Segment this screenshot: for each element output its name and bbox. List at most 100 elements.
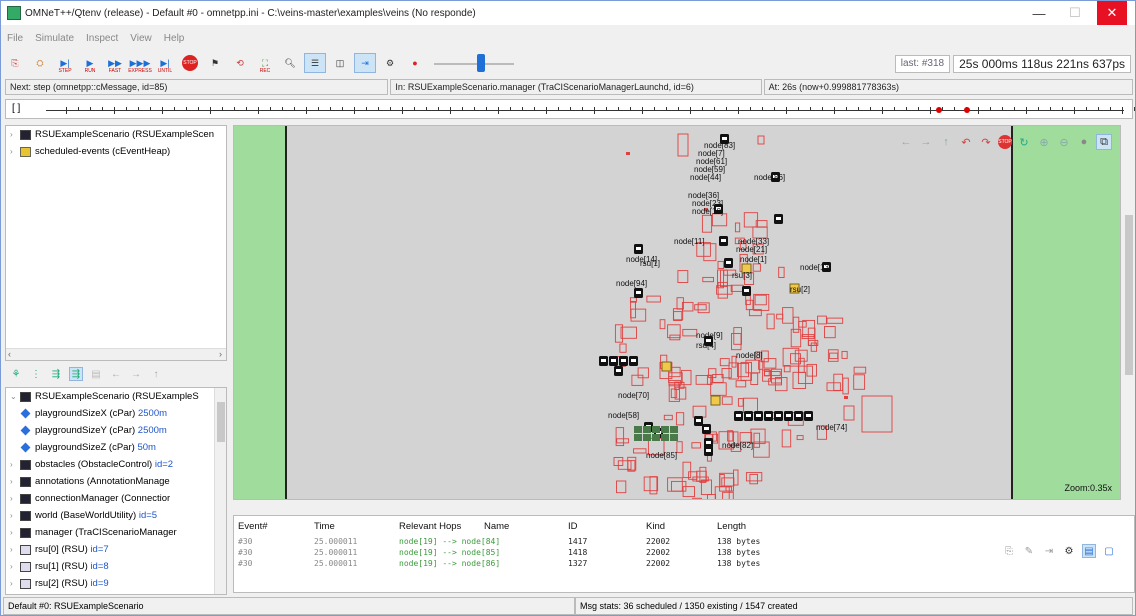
vehicle-icon[interactable] — [643, 434, 651, 441]
vehicle-icon[interactable] — [774, 214, 783, 224]
mode-inheritance-icon[interactable]: ▤ — [89, 367, 103, 381]
filter-icon[interactable]: ✎ — [1022, 544, 1036, 558]
gear-icon[interactable]: ⚙ — [1062, 544, 1076, 558]
scroll-right-icon[interactable]: › — [219, 349, 222, 359]
express-button[interactable]: ▶▶▶ EXPRESS — [128, 53, 152, 75]
vehicle-icon[interactable] — [774, 411, 783, 421]
goto-icon[interactable]: ⇥ — [1042, 544, 1056, 558]
canvas-vertical-scrollbar[interactable] — [1123, 125, 1135, 500]
module-row[interactable]: › connectionManager (Connectior — [6, 490, 226, 507]
vehicle-icon[interactable] — [652, 426, 660, 433]
animation-speed-slider[interactable] — [434, 53, 514, 73]
object-tree[interactable]: › RSUExampleScenario (RSUExampleScen › s… — [5, 125, 227, 361]
up-icon[interactable]: ↑ — [149, 367, 163, 381]
tree-item-scheduled-events[interactable]: › scheduled-events (cEventHeap) — [6, 143, 226, 160]
vehicle-icon[interactable] — [694, 416, 703, 426]
vertical-scrollbar[interactable] — [214, 388, 226, 594]
vehicle-icon[interactable] — [744, 411, 753, 421]
horizontal-scrollbar[interactable]: ‹ › — [6, 348, 226, 360]
until-button[interactable]: ▶| UNTIL — [154, 53, 176, 75]
vehicle-icon[interactable] — [724, 258, 733, 268]
log-row[interactable]: #30 25.000011 node[19] --> node[85] 1418… — [234, 547, 1134, 558]
vehicle-icon[interactable] — [634, 426, 642, 433]
copy-icon[interactable]: ⎘ — [1002, 544, 1016, 558]
col-time[interactable]: Time — [314, 521, 399, 532]
col-event[interactable]: Event# — [234, 521, 314, 532]
vehicle-icon[interactable] — [643, 426, 651, 433]
menu-help[interactable]: Help — [158, 33, 191, 49]
log-mode-icon[interactable]: ▢ — [1102, 544, 1116, 558]
param-row[interactable]: playgroundSizeY (cPar) 2500m — [6, 422, 226, 439]
menu-view[interactable]: View — [124, 33, 158, 49]
param-row[interactable]: playgroundSizeZ (cPar) 50m — [6, 439, 226, 456]
circle-icon[interactable]: ● — [1076, 134, 1092, 150]
tree-item-network[interactable]: › RSUExampleScenario (RSUExampleScen — [6, 126, 226, 143]
menu-file[interactable]: File — [1, 33, 29, 49]
layout-vertical-button[interactable]: ◫ — [329, 53, 351, 73]
vehicle-icon[interactable] — [804, 411, 813, 421]
col-hops[interactable]: Relevant Hops — [399, 521, 484, 532]
module-row[interactable]: › rsu[2] (RSU) id=9 — [6, 575, 226, 592]
vehicle-icon[interactable] — [670, 426, 678, 433]
vehicle-icon[interactable] — [609, 356, 618, 366]
module-row[interactable]: › rsu[0] (RSU) id=7 — [6, 541, 226, 558]
chevron-down-icon[interactable]: ⌄ — [10, 392, 20, 401]
animation-button[interactable]: ● — [404, 53, 426, 73]
vehicle-icon[interactable] — [719, 236, 728, 246]
vehicle-icon[interactable] — [619, 356, 628, 366]
forward-icon[interactable]: → — [918, 134, 934, 150]
chevron-right-icon[interactable]: › — [10, 528, 20, 537]
vehicle-icon[interactable] — [634, 288, 643, 298]
step-forward-icon[interactable]: ↷ — [978, 134, 994, 150]
load-ned-button[interactable]: ⛭ — [29, 53, 51, 73]
mode-tree-icon[interactable]: ⇶ — [49, 367, 63, 381]
step-button[interactable]: ▶| STEP — [54, 53, 76, 75]
module-row[interactable]: › obstacles (ObstacleControl) id=2 — [6, 456, 226, 473]
details-tree[interactable]: ⌄ RSUExampleScenario (RSUExampleS playgr… — [5, 387, 227, 595]
module-row[interactable]: › manager (TraCIScenarioManager — [6, 524, 226, 541]
slider-thumb[interactable] — [477, 54, 486, 72]
vehicle-icon[interactable] — [784, 411, 793, 421]
vehicle-icon[interactable] — [754, 411, 763, 421]
details-root[interactable]: ⌄ RSUExampleScenario (RSUExampleS — [6, 388, 226, 405]
vehicle-icon[interactable] — [661, 434, 669, 441]
network-view-icon[interactable]: ⧉ — [1096, 134, 1112, 150]
vehicle-icon[interactable] — [742, 286, 751, 296]
vehicle-icon[interactable] — [794, 411, 803, 421]
scroll-left-icon[interactable]: ‹ — [8, 349, 11, 359]
zoom-out-icon[interactable]: ⊖ — [1056, 134, 1072, 150]
timeline-event-marker[interactable] — [964, 107, 970, 113]
chevron-right-icon[interactable]: › — [10, 511, 20, 520]
vehicle-icon[interactable] — [764, 411, 773, 421]
log-row[interactable]: #30 25.000011 node[19] --> node[86] 1327… — [234, 558, 1134, 569]
stop-button[interactable]: STOP — [179, 53, 201, 73]
canvas-horizontal-scrollbar[interactable] — [233, 501, 1121, 513]
run-button[interactable]: ▶ RUN — [79, 53, 101, 75]
chevron-right-icon[interactable]: › — [10, 477, 20, 486]
zoom-in-icon[interactable]: ⊕ — [1036, 134, 1052, 150]
vehicle-icon[interactable] — [704, 446, 713, 456]
param-row[interactable]: playgroundSizeX (cPar) 2500m — [6, 405, 226, 422]
network-canvas[interactable]: node[83] node[7] node[61] node[59] node[44] n… — [233, 125, 1121, 500]
messages-mode-icon[interactable]: ▤ — [1082, 544, 1096, 558]
mode-grouped-icon[interactable]: ⇶ — [69, 367, 83, 381]
chevron-right-icon[interactable]: › — [10, 562, 20, 571]
menu-simulate[interactable]: Simulate — [29, 33, 80, 49]
vehicle-icon[interactable] — [634, 434, 642, 441]
back-icon[interactable]: ← — [898, 134, 914, 150]
chevron-right-icon[interactable]: › — [10, 460, 20, 469]
fast-button[interactable]: ▶▶ FAST — [104, 53, 126, 75]
chevron-right-icon[interactable]: › — [10, 147, 20, 156]
step-back-icon[interactable]: ↶ — [958, 134, 974, 150]
stop-icon[interactable]: STOP — [998, 135, 1012, 149]
maximize-button[interactable]: ☐ — [1059, 1, 1091, 25]
chevron-right-icon[interactable]: › — [10, 545, 20, 554]
scroll-thumb[interactable] — [217, 402, 225, 442]
col-kind[interactable]: Kind — [646, 521, 717, 532]
col-name[interactable]: Name — [484, 521, 568, 532]
layout-horizontal-button[interactable]: ☰ — [304, 53, 326, 73]
menu-inspect[interactable]: Inspect — [80, 33, 124, 49]
mode-flat-icon[interactable]: ⋮ — [29, 367, 43, 381]
message-log[interactable]: Event# Time Relevant Hops Name ID Kind L… — [233, 515, 1135, 593]
col-id[interactable]: ID — [568, 521, 646, 532]
